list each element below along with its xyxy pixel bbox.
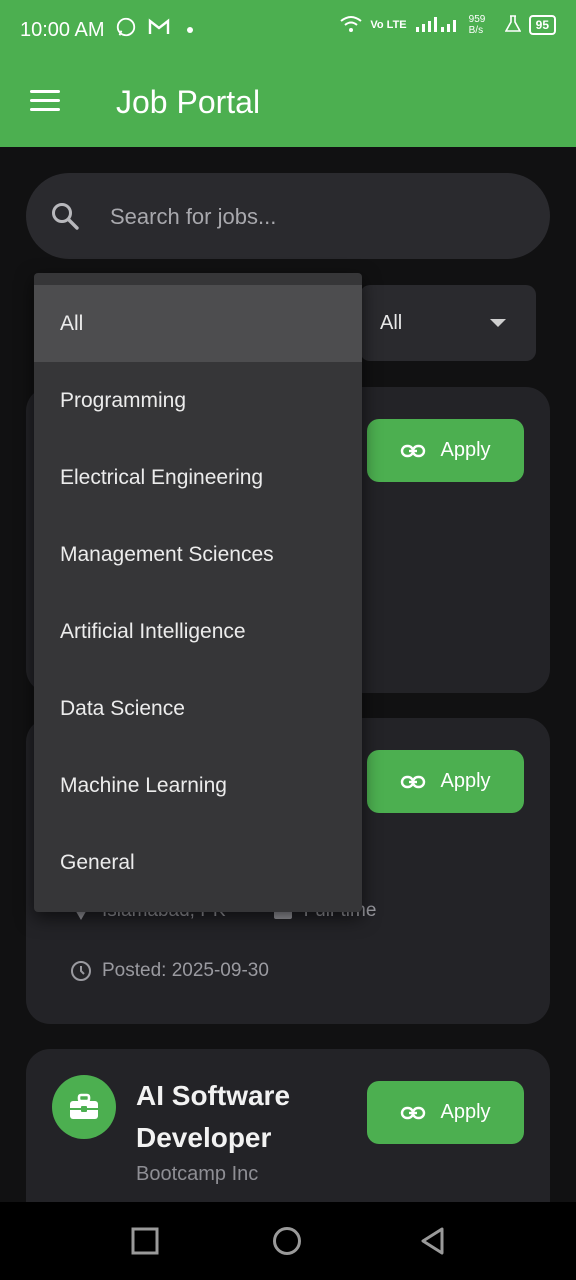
status-time: 10:00 AM — [20, 18, 105, 41]
flask-icon — [504, 14, 522, 36]
system-nav-bar — [0, 1202, 576, 1280]
apply-button[interactable]: Apply — [367, 1081, 524, 1144]
notification-dot-icon — [186, 27, 193, 33]
menu-item-machine-learning[interactable]: Machine Learning — [34, 747, 362, 824]
job-title: AI Software Developer — [136, 1080, 291, 1153]
signal-icon — [415, 15, 461, 36]
search-input[interactable] — [110, 199, 510, 235]
whatsapp-icon — [115, 16, 137, 44]
menu-item-electrical-engineering[interactable]: Electrical Engineering — [34, 439, 362, 516]
recents-square-icon[interactable] — [130, 1226, 160, 1256]
menu-item-management-sciences[interactable]: Management Sciences — [34, 516, 362, 593]
clock-icon — [71, 961, 91, 981]
secondary-filter-dropdown[interactable]: All — [360, 285, 536, 361]
job-avatar — [52, 1075, 116, 1139]
apply-button[interactable]: Apply — [367, 750, 524, 813]
wifi-icon — [340, 15, 362, 36]
search-icon — [50, 201, 80, 231]
link-icon — [401, 775, 426, 788]
dropdown-arrow-icon — [490, 319, 506, 327]
link-icon — [401, 1106, 426, 1119]
status-bar: 10:00 AM Vo LTE 959 B/s 95 — [0, 0, 576, 58]
gmail-icon — [147, 17, 171, 43]
apply-button[interactable]: Apply — [367, 419, 524, 482]
job-posted-date: Posted: 2025-09-30 — [102, 960, 269, 981]
speed-label: 959 B/s — [468, 14, 486, 36]
network-label: Vo LTE — [370, 19, 407, 31]
category-dropdown-menu: All Programming Electrical Engineering M… — [34, 273, 362, 912]
battery-indicator: 95 — [528, 15, 556, 35]
job-card[interactable]: AI Software Developer Bootcamp Inc Apply — [26, 1049, 550, 1209]
menu-item-general[interactable]: General — [34, 824, 362, 901]
apply-label: Apply — [440, 770, 491, 792]
secondary-filter-value: All — [380, 312, 403, 334]
job-posted-row: Posted: 2025-09-30 — [70, 960, 269, 982]
back-triangle-icon[interactable] — [418, 1226, 448, 1256]
toolbox-icon — [70, 1093, 98, 1119]
menu-item-all[interactable]: All — [34, 285, 362, 362]
search-bar[interactable] — [26, 173, 550, 259]
apply-label: Apply — [440, 1101, 491, 1123]
home-circle-icon[interactable] — [272, 1226, 302, 1256]
menu-icon[interactable] — [30, 90, 60, 114]
menu-item-artificial-intelligence[interactable]: Artificial Intelligence — [34, 593, 362, 670]
app-bar: Job Portal — [0, 58, 576, 147]
menu-item-programming[interactable]: Programming — [34, 362, 362, 439]
menu-item-data-science[interactable]: Data Science — [34, 670, 362, 747]
job-company: Bootcamp Inc — [136, 1163, 259, 1185]
apply-label: Apply — [440, 439, 491, 461]
page-title: Job Portal — [116, 84, 261, 120]
link-icon — [401, 444, 426, 457]
